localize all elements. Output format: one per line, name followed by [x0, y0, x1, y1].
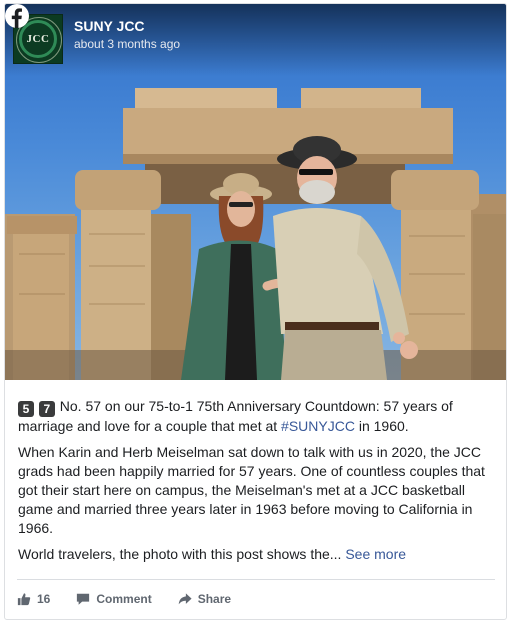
facebook-icon[interactable] — [5, 4, 29, 28]
comment-icon — [77, 593, 90, 605]
post-text: 5 7 No. 57 on our 75-to-1 75th Anniversa… — [18, 397, 498, 571]
post-paragraph-2: When Karin and Herb Meiselman sat down t… — [18, 444, 485, 536]
logo-text: JCC — [26, 33, 50, 45]
thumbs-up-icon — [17, 593, 31, 606]
like-count: 16 — [37, 592, 51, 606]
post-paragraph-3: World travelers, the photo with this pos… — [18, 545, 498, 564]
comment-button[interactable]: Comment — [76, 592, 152, 606]
share-icon — [178, 593, 192, 605]
see-more-link[interactable]: See more — [345, 546, 406, 562]
post-paragraph-1: 5 7 No. 57 on our 75-to-1 75th Anniversa… — [18, 397, 498, 436]
like-button[interactable]: 16 — [17, 592, 50, 606]
footer-divider — [17, 579, 495, 580]
hashtag-link[interactable]: #SUNYJCC — [281, 418, 355, 434]
keycap-seven-icon: 7 — [38, 401, 55, 417]
post-actions: 16 Comment Share — [17, 589, 257, 609]
paragraph-3-text: World travelers, the photo with this pos… — [18, 546, 342, 562]
post-timestamp[interactable]: about 3 months ago — [74, 37, 180, 51]
post-photo[interactable]: JCC SUNY JCC about 3 months ago — [5, 4, 506, 380]
facebook-post-card: JCC SUNY JCC about 3 months ago 5 7 No. … — [4, 3, 507, 620]
paragraph-1-tail: in 1960. — [354, 418, 409, 434]
page-name[interactable]: SUNY JCC — [74, 18, 145, 34]
share-button[interactable]: Share — [178, 592, 231, 606]
share-label: Share — [197, 592, 232, 606]
post-header: JCC SUNY JCC about 3 months ago — [5, 4, 506, 76]
keycap-five-icon: 5 — [18, 401, 34, 417]
comment-label: Comment — [96, 592, 152, 606]
